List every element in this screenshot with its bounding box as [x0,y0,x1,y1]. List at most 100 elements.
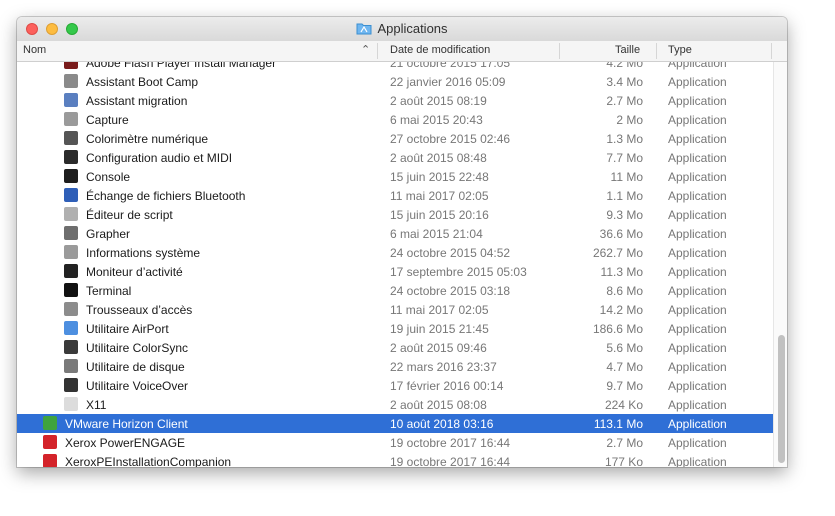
list-item[interactable]: Console 15 juin 2015 22:48 11 Mo Applicatio… [17,167,773,186]
modified-date: 6 mai 2015 21:04 [390,227,483,241]
file-size: 9.7 Mo [606,379,643,393]
list-item[interactable]: XeroxPEInstallationCompanion 19 octobre 2… [17,452,773,467]
file-list[interactable]: Adobe Flash Player Install Manager 21 oct… [17,62,773,467]
list-item[interactable]: Assistant Boot Camp 22 janvier 2016 05:09… [17,72,773,91]
column-divider[interactable] [559,43,560,59]
xerox-icon [43,435,57,449]
modified-date: 17 février 2016 00:14 [390,379,504,393]
modified-date: 15 juin 2015 20:16 [390,208,489,222]
list-item[interactable]: Utilitaire AirPort 19 juin 2015 21:45 186.… [17,319,773,338]
modified-date: 17 septembre 2015 05:03 [390,265,527,279]
list-item[interactable]: Assistant migration 2 août 2015 08:19 2.7 … [17,91,773,110]
list-item[interactable]: VMware Horizon Client 10 août 2018 03:16 1… [17,414,773,433]
file-name: Utilitaire de disque [86,360,185,374]
column-divider[interactable] [656,43,657,59]
file-kind: Application [668,170,727,184]
window-title: Applications [17,21,787,38]
file-kind: Application [668,208,727,222]
list-item[interactable]: Grapher 6 mai 2015 21:04 36.6 Mo Applicatio… [17,224,773,243]
column-size[interactable]: Taille [615,44,640,56]
capture-icon [64,112,78,126]
list-item[interactable]: Colorimètre numérique 27 octobre 2015 02:… [17,129,773,148]
file-size: 36.6 Mo [599,227,643,241]
file-kind: Application [668,379,727,393]
file-kind: Application [668,62,727,70]
file-kind: Application [668,94,727,108]
column-divider[interactable] [377,43,378,59]
file-size: 3.4 Mo [606,75,643,89]
file-kind: Application [668,398,727,412]
list-item[interactable]: Utilitaire VoiceOver 17 février 2016 00:1… [17,376,773,395]
finder-window: Applications Nom ⌃ Date de modification … [17,17,787,467]
file-size: 1.3 Mo [606,132,643,146]
keychain-icon [64,302,78,316]
list-item[interactable]: Trousseaux d’accès 11 mai 2017 02:05 14.2 … [17,300,773,319]
applications-folder-icon [356,22,372,38]
file-name: X11 [86,398,107,412]
file-size: 1.1 Mo [606,189,643,203]
file-kind: Application [668,284,727,298]
modified-date: 10 août 2018 03:16 [390,417,494,431]
modified-date: 24 octobre 2015 03:18 [390,284,511,298]
file-size: 7.7 Mo [606,151,643,165]
file-name: Utilitaire AirPort [86,322,169,336]
file-name: VMware Horizon Client [65,417,188,431]
file-kind: Application [668,265,727,279]
list-item[interactable]: Utilitaire ColorSync 2 août 2015 09:46 5.6… [17,338,773,357]
scrollbar-thumb[interactable] [778,335,785,463]
vmware-icon [43,416,57,430]
column-kind[interactable]: Type [668,44,692,56]
title-bar[interactable]: Applications [17,17,787,42]
list-item[interactable]: Informations système 24 octobre 2015 04:5… [17,243,773,262]
list-item[interactable]: Terminal 24 octobre 2015 03:18 8.6 Mo Appli… [17,281,773,300]
file-name: Informations système [86,246,201,260]
modified-date: 15 juin 2015 22:48 [390,170,489,184]
list-item[interactable]: Échange de fichiers Bluetooth 11 mai 2017… [17,186,773,205]
file-kind: Application [668,360,727,374]
file-size: 177 Ko [604,455,643,467]
file-name: Éditeur de script [86,208,173,222]
list-item[interactable]: Éditeur de script 15 juin 2015 20:16 9.3 M… [17,205,773,224]
list-item[interactable]: Configuration audio et MIDI 2 août 2015 0… [17,148,773,167]
file-kind: Application [668,417,727,431]
file-kind: Application [668,303,727,317]
file-size: 8.6 Mo [606,284,643,298]
file-kind: Application [668,151,727,165]
list-item[interactable]: Moniteur d’activité 17 septembre 2015 05:… [17,262,773,281]
modified-date: 2 août 2015 08:48 [390,151,487,165]
modified-date: 19 juin 2015 21:45 [390,322,489,336]
file-kind: Application [668,455,727,467]
column-divider[interactable] [771,43,772,59]
script-editor-icon [64,207,78,221]
modified-date: 21 octobre 2015 17:05 [390,62,511,70]
file-size: 113.1 Mo [593,417,643,431]
midi-icon [64,150,78,164]
modified-date: 22 janvier 2016 05:09 [390,75,506,89]
disk-utility-icon [64,359,78,373]
list-item[interactable]: Utilitaire de disque 22 mars 2016 23:37 4.… [17,357,773,376]
file-name: Trousseaux d’accès [86,303,193,317]
file-name: XeroxPEInstallationCompanion [65,455,232,467]
list-item[interactable]: X11 2 août 2015 08:08 224 Ko Application [17,395,773,414]
file-size: 4.7 Mo [606,360,643,374]
activity-monitor-icon [64,264,78,278]
column-date[interactable]: Date de modification [390,44,490,56]
list-item[interactable]: Xerox PowerENGAGE 19 octobre 2017 16:44 2.… [17,433,773,452]
file-kind: Application [668,322,727,336]
grapher-icon [64,226,78,240]
file-size: 11 Mo [610,170,643,184]
modified-date: 24 octobre 2015 04:52 [390,246,511,260]
file-kind: Application [668,75,727,89]
file-kind: Application [668,341,727,355]
file-size: 4.2 Mo [606,62,643,70]
file-kind: Application [668,132,727,146]
sort-ascending-icon[interactable]: ⌃ [361,43,370,56]
file-name: Moniteur d’activité [86,265,183,279]
file-kind: Application [668,189,727,203]
list-item[interactable]: Capture 6 mai 2015 20:43 2 Mo Application [17,110,773,129]
column-name[interactable]: Nom [23,44,46,56]
vertical-scrollbar[interactable] [773,62,787,467]
list-item[interactable]: Adobe Flash Player Install Manager 21 oct… [17,62,773,72]
bluetooth-icon [64,188,78,202]
system-info-icon [64,245,78,259]
